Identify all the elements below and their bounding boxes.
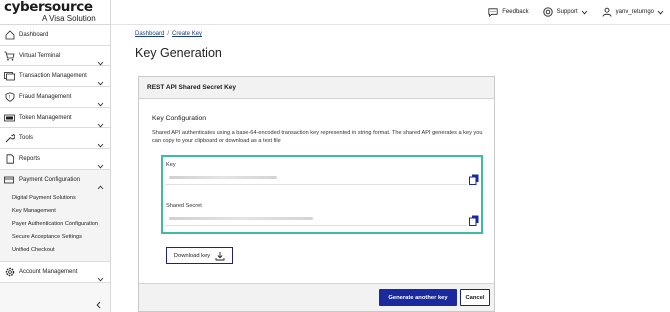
shared-secret-label: Shared Secret xyxy=(166,203,202,209)
sidebar-item-transaction-management[interactable]: Transaction Management xyxy=(0,66,110,88)
sidebar: cybersource A Visa Solution Dashboard Vi… xyxy=(0,0,111,312)
download-key-button[interactable]: Download key xyxy=(166,247,233,264)
chevron-down-icon xyxy=(657,10,664,14)
breadcrumb-create-key-link[interactable]: Create Key xyxy=(172,31,202,37)
copy-key-icon[interactable] xyxy=(469,174,479,185)
key-label: Key xyxy=(166,162,176,168)
sidebar-item-label: Fraud Management xyxy=(19,93,72,100)
sidebar-item-label: Token Management xyxy=(19,114,72,121)
section-title: Key Configuration xyxy=(152,115,207,122)
sidebar-item-payment-configuration[interactable]: Payment Configuration xyxy=(0,169,110,191)
submenu-item-secure-acceptance[interactable]: Secure Acceptance Settings xyxy=(0,231,110,244)
user-name: yanv_returngo xyxy=(615,9,654,15)
sidebar-item-fraud-management[interactable]: ! Fraud Management xyxy=(0,87,110,108)
cancel-button[interactable]: Cancel xyxy=(460,289,490,306)
chevron-left-icon xyxy=(96,296,101,312)
brand-tagline: A Visa Solution xyxy=(42,14,96,23)
key-field[interactable] xyxy=(165,171,467,185)
wrench-icon xyxy=(4,133,15,144)
sidebar-item-label: Virtual Terminal xyxy=(19,52,61,59)
home-icon xyxy=(4,29,15,40)
page-title: Key Generation xyxy=(135,46,222,60)
submenu-item-digital-payment-solutions[interactable]: Digital Payment Solutions xyxy=(0,192,110,205)
submenu-item-key-management[interactable]: Key Management xyxy=(0,205,110,218)
sidebar-item-dashboard[interactable]: Dashboard xyxy=(0,25,110,46)
payment-config-submenu: Digital Payment Solutions Key Management… xyxy=(0,190,110,263)
user-menu[interactable]: yanv_returngo xyxy=(602,7,664,17)
brand-name: cybersource xyxy=(4,0,93,15)
token-icon xyxy=(4,112,15,123)
copy-secret-icon[interactable] xyxy=(469,215,479,226)
download-icon xyxy=(215,251,225,260)
card-footer: Generate another key Cancel xyxy=(139,283,494,311)
chevron-down-icon xyxy=(581,10,587,14)
top-bar: Feedback Support yanv_returngo xyxy=(111,0,670,25)
submenu-item-unified-checkout[interactable]: Unified Checkout xyxy=(0,244,110,257)
feedback-button[interactable]: Feedback xyxy=(488,7,529,17)
generate-another-key-button[interactable]: Generate another key xyxy=(379,289,457,306)
sidebar-item-label: Account Management xyxy=(19,269,78,276)
support-icon xyxy=(542,7,553,17)
sidebar-collapse-button[interactable] xyxy=(0,288,110,312)
sidebar-item-tools[interactable]: Tools xyxy=(0,128,110,150)
sidebar-item-label: Transaction Management xyxy=(19,73,87,80)
section-description: Shared API authenticates using a base-64… xyxy=(152,130,483,144)
payment-config-icon xyxy=(4,175,15,186)
sidebar-item-label: Tools xyxy=(19,135,34,142)
chevron-down-icon xyxy=(97,269,104,287)
key-value-redacted xyxy=(169,176,277,179)
sidebar-item-virtual-terminal[interactable]: Virtual Terminal xyxy=(0,45,110,67)
sidebar-item-label: Payment Configuration xyxy=(19,177,81,184)
shared-secret-value-redacted xyxy=(169,217,313,220)
gear-icon xyxy=(4,267,15,278)
card-title: REST API Shared Secret Key xyxy=(139,77,494,99)
sidebar-item-reports[interactable]: Reports xyxy=(0,149,110,170)
sidebar-item-account-management[interactable]: Account Management xyxy=(0,262,110,284)
svg-text:!: ! xyxy=(9,95,10,101)
support-label: Support xyxy=(556,9,578,15)
breadcrumb-dashboard-link[interactable]: Dashboard xyxy=(135,31,164,37)
key-output-highlight: Key Shared Secret xyxy=(161,155,483,234)
download-key-label: Download key xyxy=(173,252,211,259)
user-icon xyxy=(602,7,612,17)
breadcrumb: Dashboard / Create Key xyxy=(135,31,202,37)
shared-secret-field[interactable] xyxy=(165,212,467,226)
cart-icon xyxy=(4,50,15,61)
sidebar-item-label: Dashboard xyxy=(19,31,49,38)
sidebar-item-label: Reports xyxy=(19,155,41,162)
sidebar-item-token-management[interactable]: Token Management xyxy=(0,107,110,129)
chevron-up-icon xyxy=(97,177,104,195)
shield-icon: ! xyxy=(4,91,15,102)
key-generation-card: REST API Shared Secret Key Key Configura… xyxy=(138,76,495,312)
transaction-icon xyxy=(4,71,15,82)
submenu-item-payer-authentication[interactable]: Payer Authentication Configuration xyxy=(0,218,110,231)
support-menu[interactable]: Support xyxy=(542,7,588,17)
brand-logo[interactable]: cybersource A Visa Solution xyxy=(0,0,110,25)
breadcrumb-separator: / xyxy=(167,31,170,37)
feedback-icon xyxy=(488,7,498,17)
report-icon xyxy=(4,153,15,164)
feedback-label: Feedback xyxy=(502,9,529,15)
